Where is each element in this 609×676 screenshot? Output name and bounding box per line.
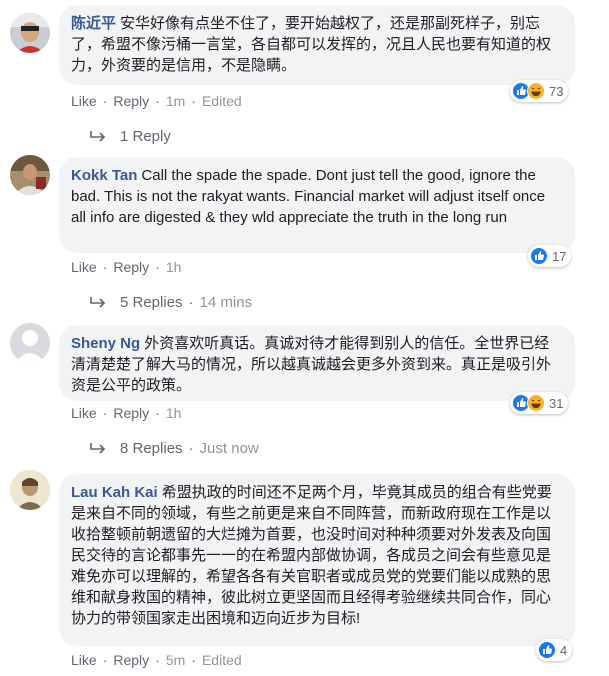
- replies-time: 14 mins: [199, 294, 253, 311]
- haha-icon: [527, 82, 545, 100]
- comment-actions: Like · Reply · 1m · Edited: [71, 93, 242, 109]
- comment-text: 安华好像有点坐不住了，要开始越权了，还是那副死样子，别忘了，希盟不像污桶一言堂，…: [71, 15, 552, 74]
- comment-bubble: Lau Kah Kai 希盟执政的时间还不足两个月，毕竟其成员的组合有些党要是来自…: [59, 474, 575, 646]
- like-icon: [530, 247, 548, 265]
- comment-actions: Like · Reply · 5m · Edited: [71, 652, 242, 668]
- comment-author[interactable]: Sheny Ng: [71, 335, 140, 352]
- view-replies-link[interactable]: 8 Replies: [120, 440, 183, 457]
- replies-time: Just now: [199, 440, 259, 457]
- like-link[interactable]: Like: [71, 259, 97, 275]
- reaction-summary[interactable]: 4: [536, 639, 573, 661]
- like-link[interactable]: Like: [71, 652, 97, 668]
- reaction-summary[interactable]: 31: [510, 392, 569, 414]
- comment-time[interactable]: 5m: [166, 652, 185, 668]
- replies-row[interactable]: 5 Replies · 14 mins: [90, 294, 252, 311]
- comment-text: 希盟执政的时间还不足两个月，毕竟其成员的组合有些党要是来自不同的领域，有些之前更…: [71, 484, 552, 627]
- edited-label[interactable]: Edited: [202, 93, 242, 109]
- reaction-count: 17: [552, 248, 567, 264]
- reaction-count: 4: [560, 642, 568, 658]
- reaction-count: 31: [549, 395, 564, 411]
- comment-author[interactable]: Lau Kah Kai: [71, 484, 158, 501]
- like-link[interactable]: Like: [71, 93, 97, 109]
- comment-text: 外资喜欢听真话。真诚对待才能得到别人的信任。全世界已经清清楚楚了解大马的情况，所…: [71, 335, 552, 394]
- reaction-summary[interactable]: 73: [510, 80, 569, 102]
- avatar[interactable]: [10, 323, 50, 363]
- reply-link[interactable]: Reply: [113, 259, 149, 275]
- comment-time[interactable]: 1h: [166, 405, 182, 421]
- comment-actions: Like · Reply · 1h: [71, 259, 182, 275]
- like-icon: [538, 641, 556, 659]
- avatar[interactable]: [10, 155, 50, 195]
- comment-author[interactable]: 陈近平: [71, 15, 116, 32]
- comment-bubble: Sheny Ng 外资喜欢听真话。真诚对待才能得到别人的信任。全世界已经清清楚楚了…: [59, 325, 575, 401]
- reply-arrow-icon: [90, 442, 106, 454]
- like-link[interactable]: Like: [71, 405, 97, 421]
- view-replies-link[interactable]: 5 Replies: [120, 294, 183, 311]
- comment-author[interactable]: Kokk Tan: [71, 167, 137, 184]
- comment-text: Call the spade the spade. Dont just tell…: [71, 167, 546, 226]
- comment-bubble: Kokk Tan Call the spade the spade. Dont j…: [59, 157, 575, 253]
- default-avatar-icon: [10, 323, 50, 363]
- haha-icon: [527, 394, 545, 412]
- avatar-image: [10, 470, 50, 510]
- comment-time[interactable]: 1h: [166, 259, 182, 275]
- replies-row[interactable]: 1 Reply: [90, 128, 171, 145]
- replies-row[interactable]: 8 Replies · Just now: [90, 440, 259, 457]
- reaction-summary[interactable]: 17: [528, 245, 572, 267]
- view-replies-link[interactable]: 1 Reply: [120, 128, 171, 145]
- reply-arrow-icon: [90, 130, 106, 142]
- comment-time[interactable]: 1m: [166, 93, 185, 109]
- reaction-count: 73: [549, 83, 564, 99]
- avatar-image: [10, 13, 50, 53]
- avatar[interactable]: [10, 13, 50, 53]
- comment-actions: Like · Reply · 1h: [71, 405, 182, 421]
- reply-link[interactable]: Reply: [113, 405, 149, 421]
- avatar[interactable]: [10, 470, 50, 510]
- edited-label[interactable]: Edited: [202, 652, 242, 668]
- avatar-image: [10, 155, 50, 195]
- reply-link[interactable]: Reply: [113, 652, 149, 668]
- comment-bubble: 陈近平 安华好像有点坐不住了，要开始越权了，还是那副死样子，别忘了，希盟不像污桶一…: [59, 5, 575, 85]
- reply-link[interactable]: Reply: [113, 93, 149, 109]
- reply-arrow-icon: [90, 296, 106, 308]
